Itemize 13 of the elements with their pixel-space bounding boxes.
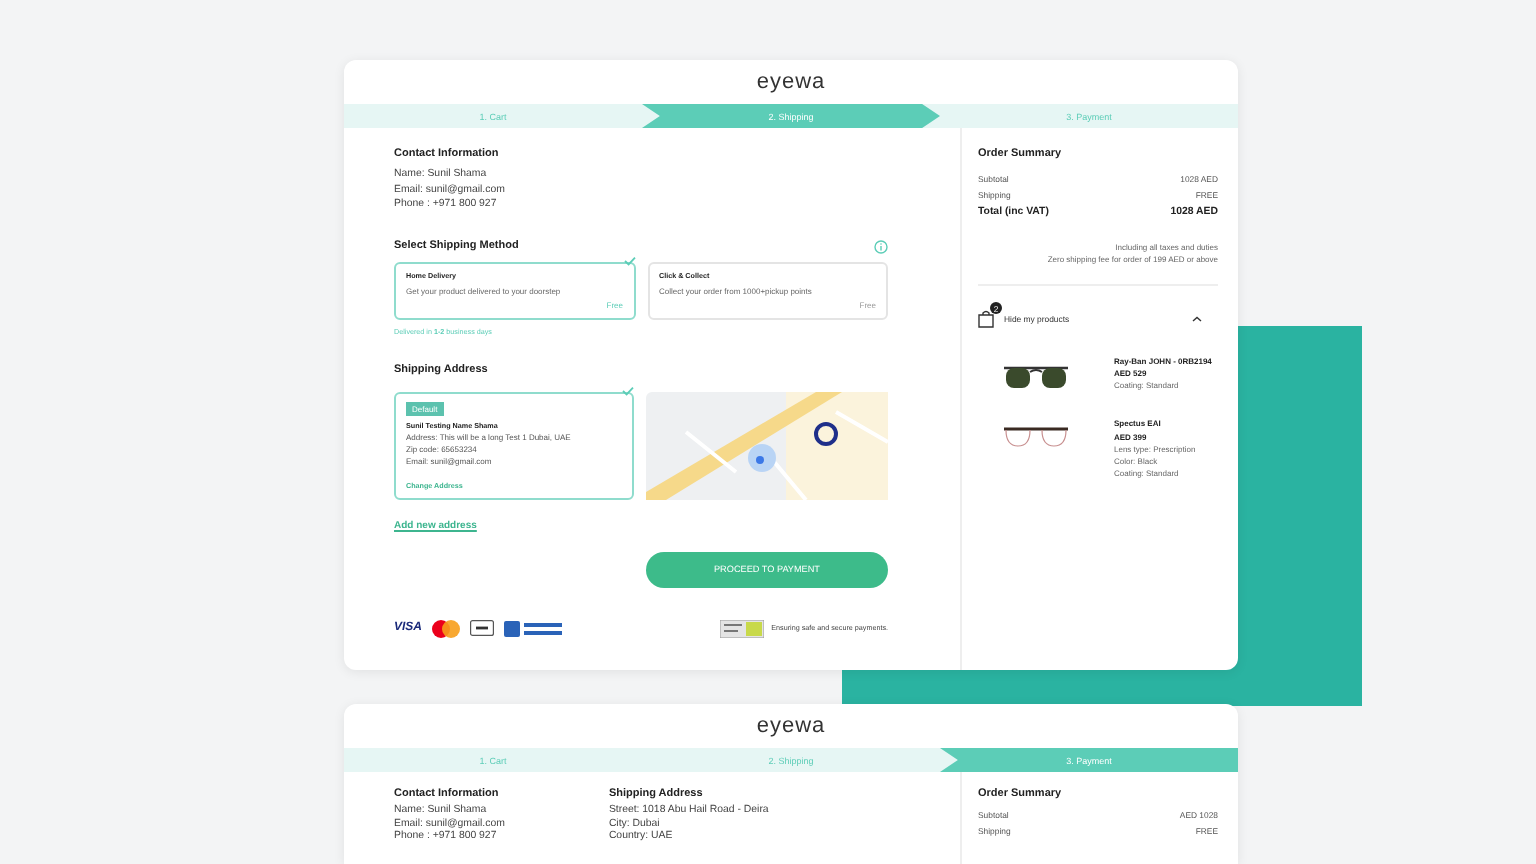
security-badge-icon — [719, 619, 764, 637]
cash-on-delivery-icon — [504, 619, 565, 637]
sunglasses-drawing — [1002, 362, 1070, 390]
apple-pay-icon — [470, 620, 495, 636]
info-icon — [874, 239, 888, 253]
bag-icon — [978, 310, 994, 328]
check-icon — [623, 255, 635, 265]
chevron-up-icon — [1192, 316, 1202, 322]
eyeglasses-drawing — [1002, 424, 1070, 449]
logo: eyewa — [754, 712, 828, 742]
check-icon — [622, 385, 634, 395]
logo: eyewa — [754, 68, 828, 98]
mastercard-icon — [432, 619, 461, 637]
